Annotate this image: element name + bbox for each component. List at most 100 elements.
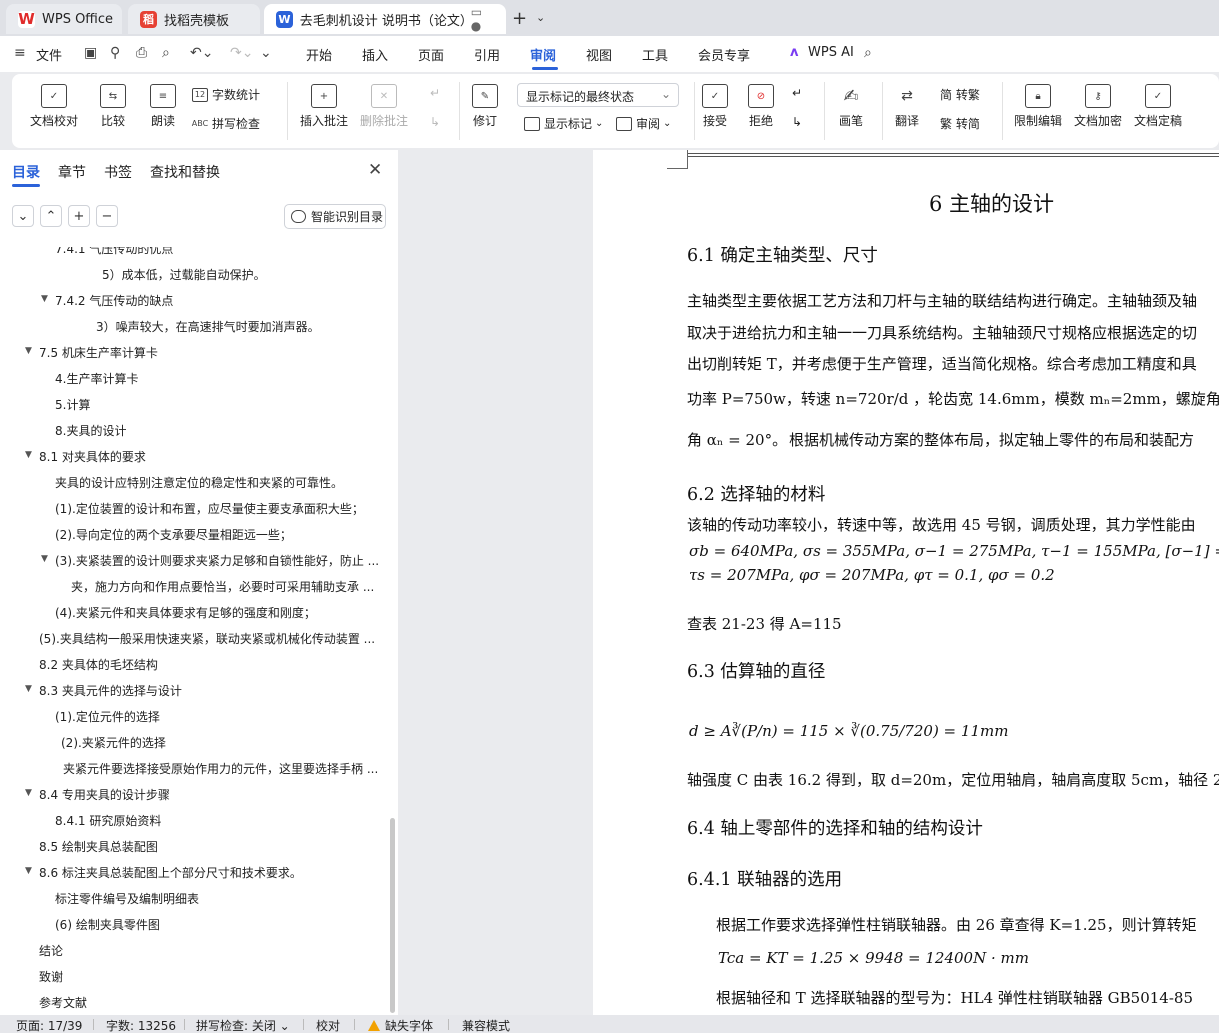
add-heading-button[interactable]: +	[68, 205, 90, 227]
expand-arrow-icon[interactable]: ▼	[25, 788, 32, 798]
menu-tools[interactable]: 工具	[642, 45, 668, 64]
print-preview-icon[interactable]: ⌕	[162, 45, 170, 61]
toc-item[interactable]: 夹紧元件要选择接受原始作用力的元件，这里要选择手柄 ...	[63, 760, 378, 777]
expand-up-button[interactable]: ⌃	[40, 205, 62, 227]
toc-item[interactable]: (2).夹紧元件的选择	[61, 734, 166, 751]
page-indicator[interactable]: 页面: 17/39	[16, 1017, 82, 1033]
menu-file[interactable]: 文件	[36, 45, 62, 64]
toc-item[interactable]: 3）噪声较大，在高速排气时要加消声器。	[96, 318, 320, 335]
tab-wps-office[interactable]: W WPS Office	[6, 4, 122, 34]
hamburger-menu-icon[interactable]: ≡	[14, 45, 26, 61]
smart-toc-button[interactable]: 智能识别目录	[284, 204, 386, 229]
review-pane-button[interactable]: 审阅 ⌄	[616, 115, 671, 132]
doc-check-button[interactable]: ✓ 文档校对	[30, 84, 78, 129]
toc-item[interactable]: ▼ 8.4 专用夹具的设计步骤	[25, 786, 170, 803]
expand-arrow-icon[interactable]: ▼	[41, 242, 48, 252]
share-icon[interactable]: ⚲	[110, 45, 120, 61]
expand-arrow-icon[interactable]: ▼	[41, 294, 48, 304]
undo-icon[interactable]: ↶⌄	[190, 45, 213, 61]
finalize-button[interactable]: ✓ 文档定稿	[1134, 84, 1182, 129]
tab-document[interactable]: W 去毛刺机设计 说明书（论文） ▭ ●	[264, 4, 506, 34]
menu-view[interactable]: 视图	[586, 45, 612, 64]
expand-arrow-icon[interactable]: ▼	[25, 450, 32, 460]
remove-heading-button[interactable]: −	[96, 205, 118, 227]
toc-item[interactable]: (1).定位装置的设计和布置，应尽量使主要支承面积大些；	[55, 500, 364, 517]
spell-check-button[interactable]: ABC 拼写检查	[192, 115, 260, 132]
toc-item[interactable]: ▼ 8.1 对夹具体的要求	[25, 448, 146, 465]
toc-item[interactable]: ▼ 7.4.1 气压传动的优点	[55, 247, 173, 257]
pen-button[interactable]: ✍ 画笔	[838, 84, 864, 129]
toc-item[interactable]: (1).定位元件的选择	[55, 708, 160, 725]
toc-item[interactable]: ▼ 7.5 机床生产率计算卡	[25, 344, 158, 361]
menu-wps-ai[interactable]: WPS AI	[808, 45, 854, 60]
toc-item[interactable]: 8.5 绘制夹具总装配图	[39, 838, 158, 855]
menu-home[interactable]: 开始	[306, 45, 332, 64]
new-tab-plus-icon[interactable]: +	[512, 8, 527, 29]
prev-change-icon[interactable]: ↵	[792, 86, 802, 100]
toc-item[interactable]: 5）成本低，过载能自动保护。	[102, 266, 266, 283]
menu-references[interactable]: 引用	[474, 45, 500, 64]
tab-list-chevron-icon[interactable]: ⌄	[536, 11, 545, 24]
compare-button[interactable]: ⇆ 比较	[100, 84, 126, 129]
toc-item[interactable]: (2).导向定位的两个支承要尽量相距远一些；	[55, 526, 292, 543]
insert-comment-button[interactable]: + 插入批注	[300, 84, 348, 129]
search-icon[interactable]: ⌕	[864, 45, 872, 61]
tab-toc[interactable]: 目录	[12, 162, 40, 182]
menu-insert[interactable]: 插入	[362, 45, 388, 64]
menu-page[interactable]: 页面	[418, 45, 444, 64]
toc-item[interactable]: (6) 绘制夹具零件图	[55, 916, 160, 933]
markup-state-select[interactable]: 显示标记的最终状态 ⌄	[517, 83, 679, 107]
menu-member[interactable]: 会员专享	[698, 45, 750, 64]
more-chevron-icon[interactable]: ⌄	[260, 45, 272, 61]
toc-item[interactable]: 标注零件编号及编制明细表	[55, 890, 199, 907]
tab-chapters[interactable]: 章节	[58, 162, 86, 182]
spell-check-status[interactable]: 拼写检查: 关闭 ⌄	[196, 1017, 290, 1033]
to-traditional-button[interactable]: 简 转繁	[940, 86, 980, 103]
expand-arrow-icon[interactable]: ▼	[25, 346, 32, 356]
wps-ai-logo-icon[interactable]: ᴧ	[790, 45, 798, 60]
restrict-edit-button[interactable]: 🔒︎ 限制编辑	[1014, 84, 1062, 129]
tab-bookmarks[interactable]: 书签	[104, 162, 132, 182]
toc-item[interactable]: ▼ 8.6 标注夹具总装配图上个部分尺寸和技术要求。	[25, 864, 302, 881]
close-icon[interactable]: ✕	[368, 160, 382, 180]
toc-item[interactable]: 致谢	[39, 968, 63, 985]
toc-item[interactable]: ▼ 8.3 夹具元件的选择与设计	[25, 682, 182, 699]
tab-find-replace[interactable]: 查找和替换	[150, 162, 220, 182]
expand-arrow-icon[interactable]: ▼	[41, 554, 48, 564]
accept-button[interactable]: ✓ 接受	[702, 84, 728, 129]
toc-item[interactable]: 夹具的设计应特别注意定位的稳定性和夹紧的可靠性。	[55, 474, 343, 491]
revise-button[interactable]: ✎ 修订	[472, 84, 498, 129]
toc-item[interactable]: 5.计算	[55, 396, 90, 413]
expand-arrow-icon[interactable]: ▼	[25, 866, 32, 876]
toc-item[interactable]: 参考文献	[39, 994, 87, 1011]
translate-button[interactable]: ⇄ 翻译	[894, 84, 920, 129]
missing-font-status[interactable]: 缺失字体	[368, 1017, 433, 1033]
read-aloud-button[interactable]: ≡ 朗读	[150, 84, 176, 129]
save-icon[interactable]: ▣	[84, 45, 97, 61]
redo-icon[interactable]: ↷⌄	[230, 45, 253, 61]
toc-item[interactable]: ▼ (3).夹紧装置的设计则要求夹紧力足够和自锁性能好，防止 ...	[41, 552, 379, 569]
print-icon[interactable]: ⎙	[136, 45, 147, 61]
toc-item[interactable]: 8.4.1 研究原始资料	[55, 812, 161, 829]
next-change-icon[interactable]: ↳	[792, 115, 802, 129]
collapse-all-button[interactable]: ⌄	[12, 205, 34, 227]
word-count-indicator[interactable]: 字数: 13256	[106, 1017, 176, 1033]
reject-button[interactable]: ⊘ 拒绝	[748, 84, 774, 129]
toc-item[interactable]: 夹，施力方向和作用点要恰当，必要时可采用辅助支承 ...	[71, 578, 374, 595]
show-markup-button[interactable]: 显示标记 ⌄	[524, 115, 603, 132]
next-comment-icon[interactable]: ↳	[430, 115, 440, 129]
toc-item[interactable]: 8.夹具的设计	[55, 422, 126, 439]
toc-item[interactable]: ▼ 7.4.2 气压传动的缺点	[41, 292, 173, 309]
to-simplified-button[interactable]: 繁 转简	[940, 115, 980, 132]
toc-item[interactable]: 4.生产率计算卡	[55, 370, 138, 387]
menu-review[interactable]: 审阅	[530, 45, 556, 64]
word-count-button[interactable]: 12 字数统计	[192, 86, 260, 103]
toc-item[interactable]: 结论	[39, 942, 63, 959]
toc-item[interactable]: (5).夹具结构一般采用快速夹紧，联动夹紧或机械化传动装置 ...	[39, 630, 375, 647]
expand-arrow-icon[interactable]: ▼	[25, 684, 32, 694]
sidebar-scrollbar[interactable]	[390, 818, 395, 1013]
tab-close-icon[interactable]: ▭ ●	[471, 5, 496, 33]
encrypt-button[interactable]: ⚷ 文档加密	[1074, 84, 1122, 129]
toc-item[interactable]: (4).夹紧元件和夹具体要求有足够的强度和刚度；	[55, 604, 316, 621]
prev-comment-icon[interactable]: ↵	[430, 86, 440, 100]
